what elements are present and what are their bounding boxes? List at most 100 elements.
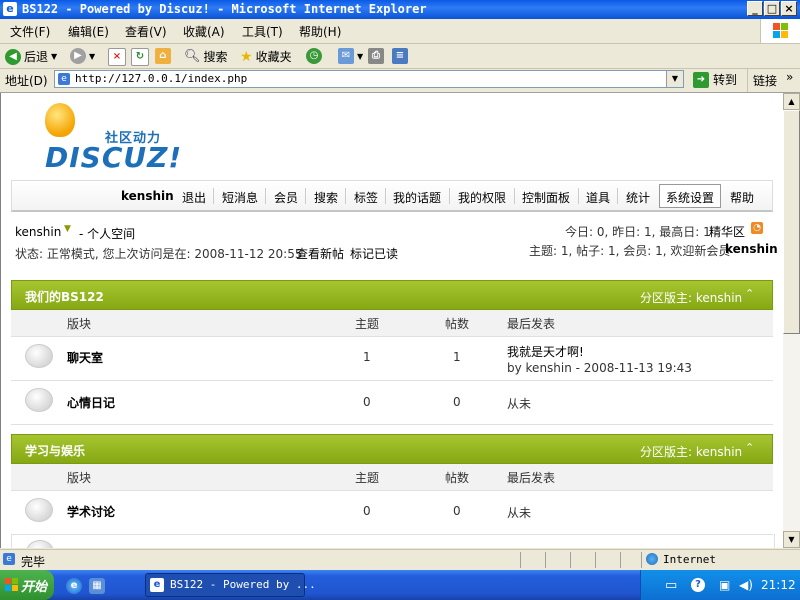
column-topics: 主题 bbox=[355, 471, 380, 485]
go-button[interactable]: ➜ 转到 bbox=[693, 71, 737, 88]
favorites-button[interactable]: ★ 收藏夹 bbox=[240, 48, 292, 65]
nav-stats[interactable]: 统计 bbox=[626, 189, 650, 206]
nav-items[interactable]: 道具 bbox=[586, 189, 610, 206]
divider bbox=[449, 188, 450, 204]
title-bar: e BS122 - Powered by Discuz! - Microsoft… bbox=[0, 0, 800, 19]
divider bbox=[265, 188, 266, 204]
page-content: 社区动力 DISCUZ! kenshin 退出 短消息 会员 搜索 标签 我的话… bbox=[0, 93, 783, 548]
mail-button[interactable]: ✉ ▼ bbox=[338, 48, 363, 64]
nav-control-panel[interactable]: 控制面板 bbox=[522, 189, 570, 206]
table-header: 版块 主题 帖数 最后发表 bbox=[11, 310, 773, 337]
forum-name[interactable]: 聊天室 bbox=[67, 349, 103, 366]
divider bbox=[641, 552, 642, 568]
mark-read-link[interactable]: 标记已读 bbox=[350, 245, 398, 262]
refresh-icon: ↻ bbox=[131, 48, 149, 66]
last-post-title[interactable]: 我就是天才啊! bbox=[507, 343, 584, 360]
forum-name[interactable]: 心情日记 bbox=[67, 394, 115, 411]
nav-help[interactable]: 帮助 bbox=[730, 189, 754, 206]
network-icon[interactable]: ▭ bbox=[665, 578, 677, 593]
forward-button[interactable]: ▶ ▼ bbox=[70, 48, 95, 64]
divider bbox=[578, 188, 579, 204]
favorites-label: 收藏夹 bbox=[255, 50, 292, 64]
menu-tools[interactable]: 工具(T) bbox=[242, 23, 283, 40]
search-icon: 🔍︎ bbox=[184, 49, 201, 64]
ie-quicklaunch-icon[interactable]: e bbox=[66, 578, 82, 594]
newest-member-link[interactable]: kenshin bbox=[725, 242, 778, 256]
menu-file[interactable]: 文件(F) bbox=[10, 23, 50, 40]
nav-my-topics[interactable]: 我的话题 bbox=[393, 189, 441, 206]
menu-favorites[interactable]: 收藏(A) bbox=[183, 23, 225, 40]
minimize-button[interactable]: _ bbox=[747, 1, 763, 16]
menu-edit[interactable]: 编辑(E) bbox=[68, 23, 109, 40]
star-icon: ★ bbox=[240, 48, 253, 65]
history-button[interactable]: ◷ bbox=[306, 48, 322, 64]
view-new-posts-link[interactable]: 查看新帖 bbox=[296, 245, 344, 262]
chevron-down-icon: ▼ bbox=[89, 51, 96, 61]
close-button[interactable]: × bbox=[781, 1, 797, 16]
collapse-icon[interactable]: ⌃ bbox=[745, 441, 754, 454]
divider bbox=[305, 188, 306, 204]
board-totals: 主题: 1, 帖子: 1, 会员: 1, 欢迎新会员 bbox=[529, 244, 731, 258]
user-name[interactable]: kenshin bbox=[15, 225, 61, 239]
refresh-button[interactable]: ↻ bbox=[131, 48, 149, 66]
address-input[interactable]: e http://127.0.0.1/index.php ▼ bbox=[54, 70, 684, 88]
links-button[interactable]: 链接 bbox=[753, 72, 777, 89]
start-label: 开始 bbox=[21, 580, 48, 595]
divider bbox=[213, 188, 214, 204]
menu-view[interactable]: 查看(V) bbox=[125, 23, 167, 40]
nav-messages[interactable]: 短消息 bbox=[222, 189, 258, 206]
table-row: 学术讨论 0 0 从未 bbox=[11, 490, 773, 535]
scroll-up-icon[interactable]: ▲ bbox=[783, 93, 800, 110]
home-button[interactable]: ⌂ bbox=[155, 48, 171, 64]
address-dropdown-button[interactable]: ▼ bbox=[666, 71, 683, 87]
back-arrow-icon: ◀ bbox=[5, 48, 21, 65]
category-title[interactable]: 我们的BS122 bbox=[25, 288, 104, 305]
category-title[interactable]: 学习与娱乐 bbox=[25, 442, 85, 459]
taskbar-window-title: BS122 - Powered by ... bbox=[170, 578, 316, 591]
back-button[interactable]: ◀ 后退 ▼ bbox=[5, 48, 57, 65]
clock: 21:12 bbox=[761, 578, 796, 592]
logo-brand[interactable]: DISCUZ! bbox=[45, 141, 182, 174]
forum-status-icon bbox=[25, 498, 53, 522]
volume-icon[interactable]: ◀) bbox=[739, 578, 753, 592]
table-row bbox=[11, 534, 775, 548]
rss-icon[interactable]: ◔ bbox=[751, 222, 763, 234]
chevron-down-icon: ▼ bbox=[51, 52, 58, 61]
scroll-down-icon[interactable]: ▼ bbox=[783, 531, 800, 548]
divider bbox=[520, 552, 521, 568]
print-button[interactable]: ⎙ bbox=[368, 48, 384, 64]
digest-link[interactable]: 精华区 bbox=[709, 223, 745, 240]
nav-username[interactable]: kenshin bbox=[121, 189, 174, 203]
menu-help[interactable]: 帮助(H) bbox=[299, 23, 341, 40]
stop-button[interactable]: × bbox=[108, 48, 126, 66]
taskbar: 开始 e ▦ e BS122 - Powered by ... ▭ ? ▣ ◀)… bbox=[0, 570, 800, 600]
display-icon[interactable]: ▣ bbox=[719, 578, 730, 592]
nav-members[interactable]: 会员 bbox=[274, 189, 298, 206]
maximize-button[interactable]: □ bbox=[764, 1, 780, 16]
search-button[interactable]: 🔍︎ 搜索 bbox=[184, 48, 228, 65]
edit-button[interactable]: ≡ bbox=[392, 48, 408, 64]
divider bbox=[545, 552, 546, 568]
collapse-icon[interactable]: ⌃ bbox=[745, 287, 754, 300]
nav-my-permissions[interactable]: 我的权限 bbox=[458, 189, 506, 206]
last-post-author[interactable]: by kenshin - 2008-11-13 19:43 bbox=[507, 361, 692, 375]
nav-search[interactable]: 搜索 bbox=[314, 189, 338, 206]
taskbar-window-button[interactable]: e BS122 - Powered by ... bbox=[145, 573, 316, 597]
scroll-thumb[interactable] bbox=[783, 110, 800, 334]
chevron-right-icon[interactable]: » bbox=[786, 70, 793, 84]
nav-logout[interactable]: 退出 bbox=[182, 189, 206, 206]
user-space-link[interactable]: - 个人空间 bbox=[79, 225, 135, 242]
column-forum: 版块 bbox=[67, 317, 92, 331]
show-desktop-icon[interactable]: ▦ bbox=[89, 578, 105, 594]
chevron-down-icon[interactable]: ▼ bbox=[64, 224, 71, 234]
zone-text: Internet bbox=[663, 553, 716, 566]
category-moderator: 分区版主: kenshin bbox=[640, 291, 743, 305]
nav-system-settings[interactable]: 系统设置 bbox=[666, 189, 714, 206]
forum-name[interactable]: 学术讨论 bbox=[67, 503, 115, 520]
last-post-title: 从未 bbox=[507, 506, 532, 520]
start-button[interactable]: 开始 bbox=[0, 570, 54, 600]
help-icon[interactable]: ? bbox=[691, 578, 705, 592]
ie-icon: e bbox=[3, 2, 17, 16]
nav-tags[interactable]: 标签 bbox=[354, 189, 378, 206]
vertical-scrollbar[interactable]: ▲ ▼ bbox=[783, 93, 800, 548]
